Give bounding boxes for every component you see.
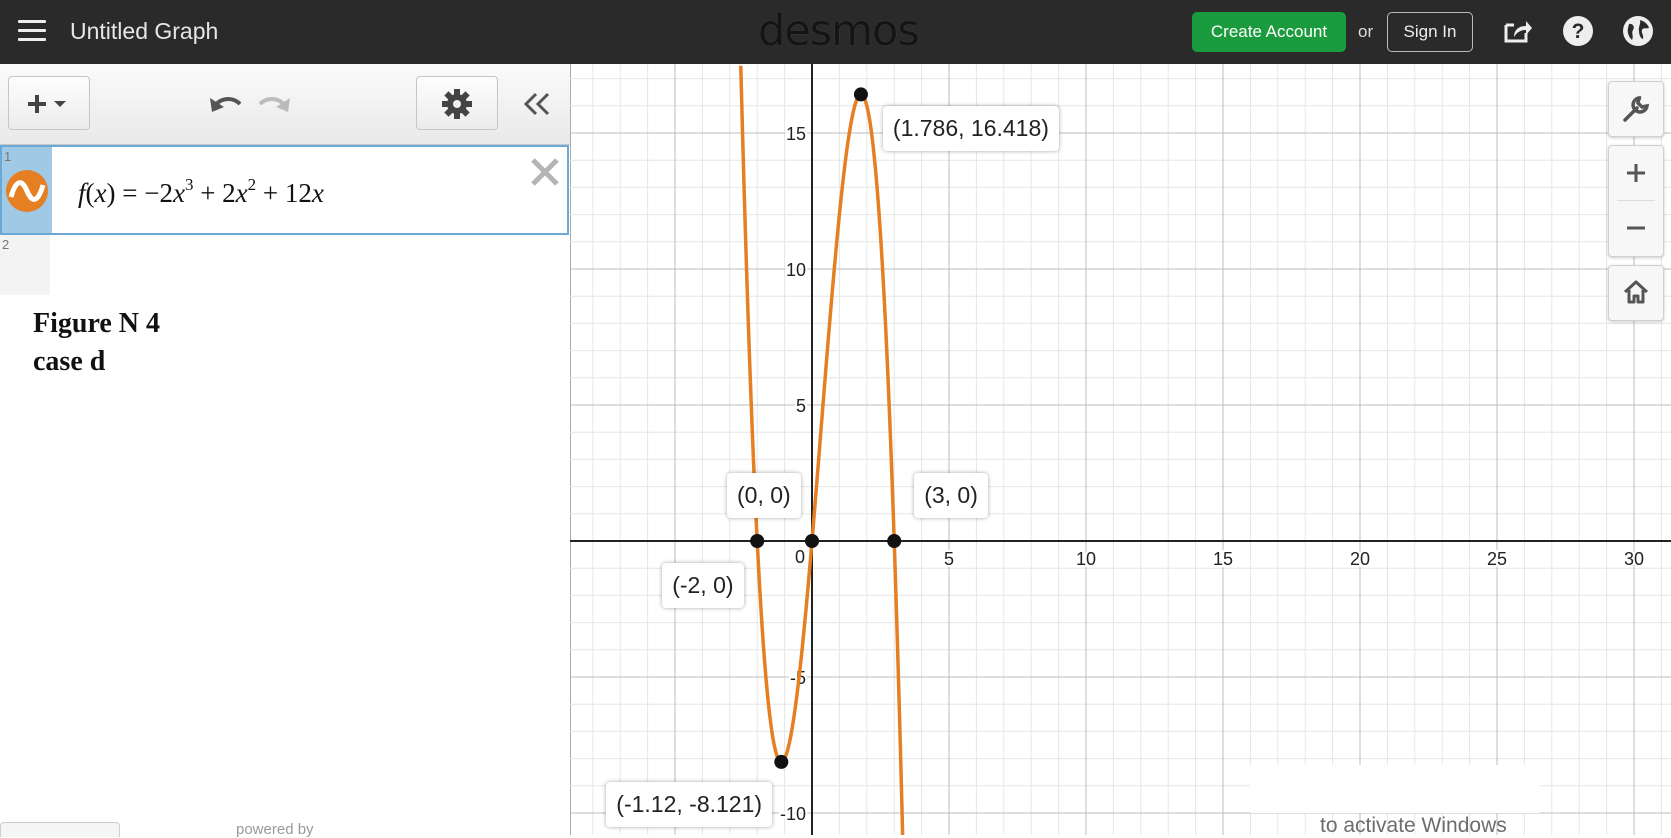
windows-activation-watermark: to activate Windows — [1320, 814, 1507, 837]
plus-icon — [28, 95, 66, 113]
close-icon[interactable] — [530, 157, 560, 187]
hamburger-menu-icon[interactable] — [18, 18, 46, 44]
figure-note-line-1: Figure N 4 — [33, 308, 161, 339]
expression-item[interactable]: 1 f(x) = −2x3 + 2x2 + 12x — [0, 145, 569, 235]
function-curve[interactable] — [739, 65, 905, 835]
y-tick-label: 15 — [786, 124, 806, 144]
collapse-panel-icon[interactable] — [518, 88, 554, 120]
figure-note: Figure N 4 case d — [33, 305, 160, 381]
zoom-in-button[interactable] — [1609, 146, 1663, 200]
empty-expression-item[interactable]: 2 — [0, 235, 50, 295]
point-marker — [805, 534, 819, 548]
sign-in-button[interactable]: Sign In — [1387, 12, 1473, 52]
tick-labels: 0 5 10 15 20 25 3015105-5-10 — [778, 122, 1646, 826]
desmos-logo: desmos — [758, 6, 920, 56]
expression-index: 2 — [2, 237, 10, 252]
point-label[interactable]: (0, 0) — [727, 473, 801, 518]
redo-icon[interactable] — [254, 90, 294, 122]
plus-icon — [1627, 164, 1645, 182]
watermark-cover — [1250, 765, 1540, 813]
point-label[interactable]: (-1.12, -8.121) — [606, 781, 773, 827]
graph-curve-icon[interactable] — [5, 169, 49, 213]
expression-panel: 1 f(x) = −2x3 + 2x2 + 12x 2 — [0, 64, 571, 835]
point-label[interactable]: (3, 0) — [914, 473, 988, 518]
or-text: or — [1358, 22, 1374, 41]
figure-note-line-2: case d — [33, 346, 106, 377]
graph-settings-button[interactable] — [1608, 81, 1664, 137]
graph-title[interactable]: Untitled Graph — [70, 18, 218, 45]
add-item-button[interactable] — [8, 76, 90, 130]
x-tick-label: 10 — [1076, 549, 1096, 569]
minor-gridlines — [570, 64, 1671, 835]
x-tick-label: 30 — [1624, 549, 1644, 569]
y-tick-label: 10 — [786, 260, 806, 280]
default-viewport-button[interactable] — [1608, 265, 1664, 321]
axes — [570, 64, 1671, 835]
point-marker — [887, 534, 902, 548]
point-label[interactable]: (-2, 0) — [662, 563, 744, 608]
y-tick-label: 5 — [796, 396, 806, 416]
help-icon[interactable]: ? — [1562, 15, 1594, 47]
graph-canvas[interactable]: 0 5 10 15 20 25 3015105-5-10 — [570, 64, 1671, 835]
x-tick-label: 0 — [795, 547, 805, 567]
x-tick-label: 25 — [1487, 549, 1507, 569]
globe-icon[interactable] — [1622, 15, 1654, 47]
point-marker — [853, 87, 868, 102]
point-marker — [774, 754, 789, 769]
top-bar: Untitled Graph desmos Create Account or … — [0, 0, 1671, 64]
expression-index: 1 — [4, 149, 12, 164]
create-account-button[interactable]: Create Account — [1192, 12, 1346, 52]
home-icon — [1623, 280, 1649, 304]
expression-toolbar — [0, 64, 570, 145]
undo-icon[interactable] — [206, 90, 246, 122]
share-icon[interactable] — [1502, 15, 1534, 47]
svg-text:?: ? — [1572, 20, 1585, 43]
settings-button[interactable] — [416, 76, 498, 130]
expression-math[interactable]: f(x) = −2x3 + 2x2 + 12x — [78, 175, 324, 209]
major-gridlines — [570, 64, 1671, 835]
x-tick-label: 20 — [1350, 549, 1370, 569]
point-marker — [750, 534, 765, 548]
wrench-icon — [1623, 96, 1650, 122]
expression-color-tab[interactable]: 1 — [2, 147, 52, 233]
x-tick-label: 15 — [1213, 549, 1233, 569]
gear-icon — [442, 89, 472, 119]
x-tick-label: 5 — [944, 549, 954, 569]
powered-by-text: powered by — [236, 821, 314, 838]
y-tick-label: -10 — [780, 804, 806, 824]
minus-icon — [1627, 226, 1645, 230]
point-label[interactable]: (1.786, 16.418) — [882, 106, 1059, 152]
zoom-out-button[interactable] — [1609, 201, 1663, 255]
zoom-controls — [1608, 145, 1664, 257]
